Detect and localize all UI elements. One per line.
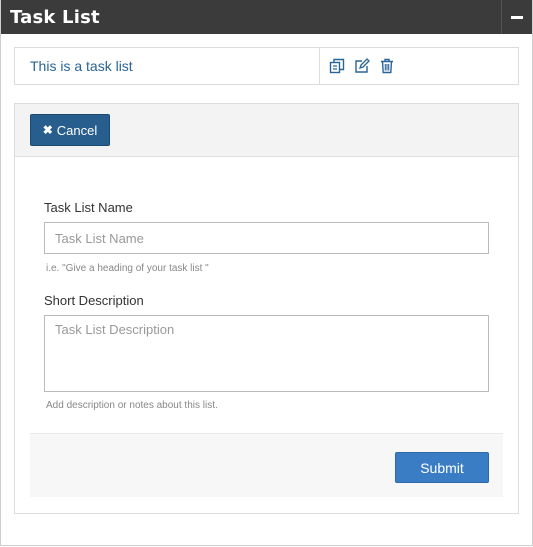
task-list-form: ✖ Cancel Task List Name i.e. "Give a hea… [14,103,519,514]
task-list-row: This is a task list [14,47,519,85]
name-label: Task List Name [44,200,133,215]
widget-title: Task List [10,7,100,28]
task-list-description-input[interactable] [44,315,489,392]
form-footer: Submit [30,433,503,497]
header-divider [501,0,502,34]
edit-icon[interactable] [354,58,370,74]
trash-icon[interactable] [379,58,395,74]
task-list-name-input[interactable] [44,222,489,254]
row-actions [329,58,395,74]
widget-header: Task List [1,0,532,34]
minus-icon [511,15,523,19]
copy-icon[interactable] [329,58,345,74]
cancel-label: Cancel [56,122,98,138]
form-toolbar: ✖ Cancel [15,104,518,157]
cancel-button[interactable]: ✖ Cancel [30,114,110,146]
row-divider [319,48,320,84]
description-label: Short Description [44,293,144,308]
task-list-widget: Task List This is a task list ✖ Cancel T… [0,0,533,546]
close-icon: ✖ [42,123,53,137]
task-list-name-link[interactable]: This is a task list [30,58,133,74]
name-help-text: i.e. "Give a heading of your task list " [46,263,209,274]
collapse-toggle[interactable] [506,6,528,28]
submit-button[interactable]: Submit [395,452,489,483]
description-help-text: Add description or notes about this list… [46,400,218,411]
